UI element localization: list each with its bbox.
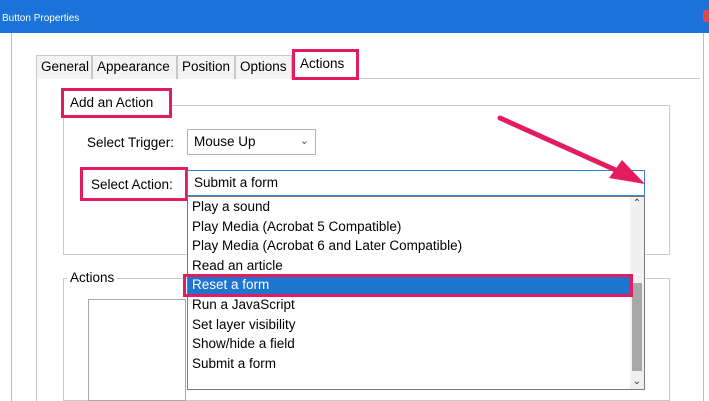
arrow-icon [497,115,645,184]
